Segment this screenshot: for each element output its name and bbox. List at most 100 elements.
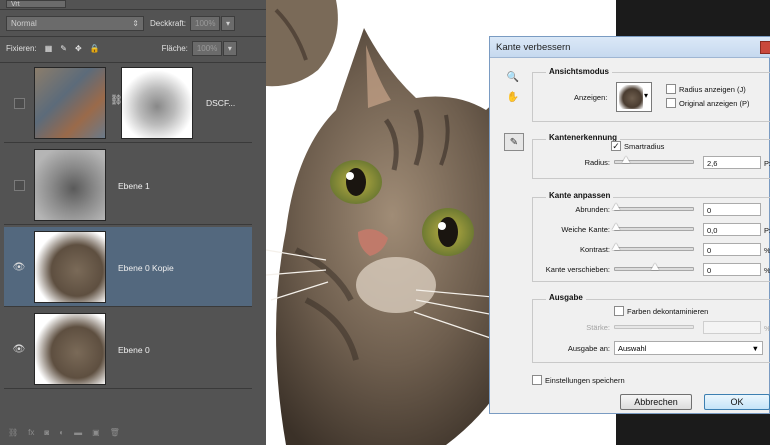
visibility-empty-icon [13,179,25,191]
chevron-down-icon: ▾ [227,43,232,53]
lock-brush-icon[interactable]: ✎ [60,44,67,53]
checkmark-icon: ✓ [612,141,620,151]
layer-mask-thumbnail[interactable] [121,67,193,139]
shift-edge-slider-knob[interactable] [651,263,659,270]
layer-row[interactable]: ⛓ DSCF... [4,63,252,143]
group-icon[interactable]: ▬ [74,428,82,437]
smooth-slider-knob[interactable] [612,203,620,210]
smooth-slider[interactable] [612,203,694,211]
layers-top-row: Vrt [0,0,266,8]
fill-input[interactable]: 100% [191,40,222,56]
layer-row-selected[interactable]: 👁 Ebene 0 Kopie [4,227,252,307]
hand-tool-icon[interactable]: ✋ [505,89,521,105]
contrast-unit: % [764,246,770,255]
view-mode-title: Ansichtsmodus [546,67,613,76]
amount-slider[interactable] [614,325,694,329]
decontaminate-label: Farben dekontaminieren [627,307,709,316]
dialog-title: Kante verbessern [496,42,571,53]
contrast-input[interactable]: 0 [703,243,761,256]
radius-slider-knob[interactable] [622,156,630,163]
edge-detection-title: Kantenerkennung [546,133,621,142]
mask-icon[interactable]: ◙ [44,428,49,437]
layers-footer: ⛓ fx ◙ ◐ ▬ ▣ 🗑 [8,428,120,437]
blend-mode-dropdown[interactable]: Normal ⇕ [6,15,144,31]
layer-thumbnail [34,149,106,221]
lock-all-icon[interactable]: 🔒 [90,44,100,53]
output-to-value: Auswahl [618,344,647,353]
smart-radius-checkbox[interactable]: ✓ [611,141,621,151]
output-title: Ausgabe [546,293,586,302]
new-layer-icon[interactable]: ▣ [92,428,100,437]
visibility-empty-icon [13,97,25,109]
lock-position-icon[interactable]: ✥ [75,44,82,53]
layer-row[interactable]: 👁 Ebene 0 [4,309,252,389]
amount-input[interactable] [703,321,761,334]
ok-button[interactable]: OK [704,394,770,410]
shift-edge-value: 0 [707,266,712,275]
fill-dropdown-button[interactable]: ▾ [222,40,237,56]
feather-label: Weiche Kante: [561,225,610,234]
feather-slider-knob[interactable] [612,223,620,230]
amount-unit: % [764,324,770,333]
adjustment-icon[interactable]: ◐ [59,428,64,437]
feather-unit: Px [764,226,770,235]
layer-name[interactable]: DSCF... [206,98,235,108]
opacity-input[interactable]: 100% [190,15,221,31]
layer-thumbnail [34,231,106,303]
show-original-checkbox[interactable] [666,98,676,108]
blend-mode-value: Normal [11,18,37,28]
radius-input[interactable]: 2,6 [703,156,761,169]
output-to-dropdown[interactable]: Auswahl ▼ [614,341,763,355]
contrast-label: Kontrast: [579,245,610,254]
trash-icon[interactable]: 🗑 [110,428,120,437]
contrast-slider-knob[interactable] [612,243,620,250]
fx-icon[interactable]: fx [28,428,34,437]
layer-name[interactable]: Ebene 1 [118,181,150,191]
layer-filter-dropdown[interactable]: Vrt [6,0,66,8]
opacity-label: Deckkraft: [150,18,187,28]
refine-edge-dialog: Kante verbessern 🔍 ✋ ✎ Ansichtsmodus Anz… [489,36,770,414]
smooth-input[interactable]: 0 [703,203,761,216]
shift-edge-label: Kante verschieben: [545,265,610,274]
adjust-edge-title: Kante anpassen [546,191,614,200]
remember-settings-label: Einstellungen speichern [545,376,625,385]
shift-edge-input[interactable]: 0 [703,263,761,276]
feather-slider[interactable] [612,223,694,231]
contrast-value: 0 [707,246,712,255]
remember-settings-checkbox[interactable] [532,375,542,385]
close-button[interactable] [760,41,770,54]
radius-slider[interactable] [614,156,694,164]
refine-radius-tool-icon[interactable]: ✎ [504,133,524,151]
layer-visibility-toggle[interactable] [12,96,26,110]
lock-transparency-icon[interactable]: ▦ [45,44,53,53]
contrast-slider[interactable] [612,243,694,251]
feather-input[interactable]: 0,0 [703,223,761,236]
shift-edge-unit: % [764,266,770,275]
radius-unit: Px [764,159,770,168]
view-mode-picker[interactable]: ▾ [616,82,652,112]
link-icon[interactable]: ⛓ [8,428,18,437]
output-to-label: Ausgabe an: [567,344,610,353]
ok-button-label: OK [730,397,744,407]
cancel-button[interactable]: Abbrechen [620,394,692,410]
smart-radius-label: Smartradius [624,142,665,151]
dialog-titlebar[interactable]: Kante verbessern [490,37,770,58]
fill-value: 100% [196,43,218,53]
layer-filter-label: Vrt [11,0,20,8]
layer-row[interactable]: Ebene 1 [4,145,252,225]
layer-visibility-toggle[interactable] [12,178,26,192]
shift-edge-slider[interactable] [614,263,694,271]
lock-label: Fixieren: [6,43,37,53]
layer-name[interactable]: Ebene 0 [118,345,150,355]
fill-label: Fläche: [161,43,188,53]
eye-icon[interactable]: 👁 [12,342,26,356]
chevron-down-icon: ▾ [226,18,231,28]
layers-panel: Vrt Normal ⇕ Deckkraft: 100% ▾ Fixieren:… [0,0,266,445]
decontaminate-checkbox[interactable] [614,306,624,316]
layer-name[interactable]: Ebene 0 Kopie [118,263,174,273]
opacity-dropdown-button[interactable]: ▾ [221,15,236,31]
show-radius-checkbox[interactable] [666,84,676,94]
eye-icon[interactable]: 👁 [12,260,26,274]
smooth-value: 0 [707,206,712,215]
zoom-tool-icon[interactable]: 🔍 [505,69,521,85]
